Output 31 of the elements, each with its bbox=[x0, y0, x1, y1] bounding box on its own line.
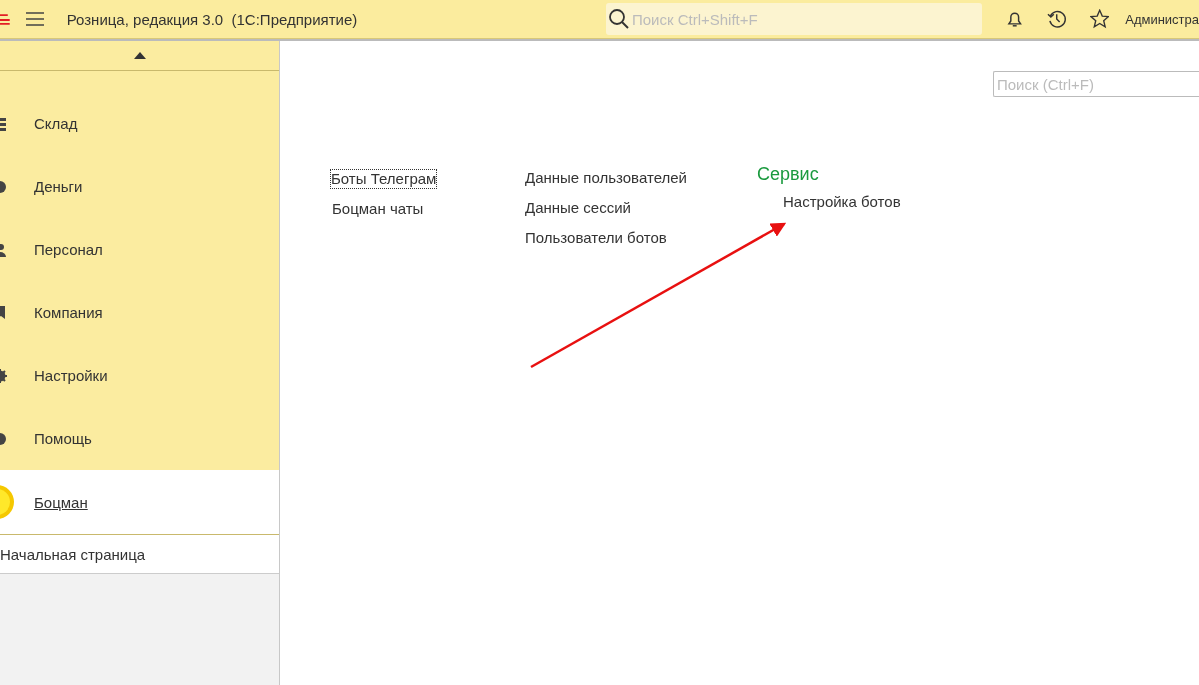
section-item[interactable]: Боцман bbox=[0, 470, 279, 535]
history-icon[interactable] bbox=[1047, 9, 1067, 29]
user-name[interactable]: Администра bbox=[1125, 11, 1199, 27]
section-item[interactable]: Персонал bbox=[0, 218, 279, 281]
section-icon bbox=[0, 304, 8, 321]
section-icon bbox=[0, 367, 8, 384]
star-icon[interactable] bbox=[1089, 9, 1110, 29]
group-heading: Сервис bbox=[757, 163, 819, 186]
search-field[interactable]: Поиск Ctrl+Shift+F bbox=[605, 3, 982, 35]
search-icon bbox=[607, 8, 630, 30]
section-icon bbox=[0, 115, 8, 132]
command-link[interactable]: Данные пользователей bbox=[523, 163, 689, 193]
command-link[interactable]: Данные сессий bbox=[523, 193, 633, 223]
logo-icon bbox=[0, 12, 10, 26]
search-field[interactable]: Поиск (Ctrl+F) bbox=[993, 71, 1199, 97]
command-link[interactable]: Боты Телеграм bbox=[330, 169, 438, 189]
home-page-link[interactable]: Начальная страница bbox=[0, 535, 279, 574]
command-link[interactable]: Пользователи ботов bbox=[523, 223, 669, 253]
section-icon bbox=[0, 430, 8, 447]
section-item[interactable]: Компания bbox=[0, 281, 279, 344]
command-link[interactable]: Настройка ботов bbox=[781, 191, 903, 213]
menu-icon[interactable] bbox=[25, 12, 44, 26]
command-link[interactable]: Боцман чаты bbox=[330, 199, 426, 219]
section-icon bbox=[0, 241, 8, 258]
section-icon bbox=[0, 178, 8, 195]
section-item[interactable]: Помощь bbox=[0, 407, 279, 470]
window-title: Розница, редакция 3.0 (1С:Предприятие) bbox=[66, 10, 359, 28]
section-item[interactable]: Склад bbox=[0, 92, 279, 155]
section-item[interactable]: Деньги bbox=[0, 155, 279, 218]
section-item[interactable]: Настройки bbox=[0, 344, 279, 407]
scroll-up-icon[interactable] bbox=[133, 52, 146, 59]
